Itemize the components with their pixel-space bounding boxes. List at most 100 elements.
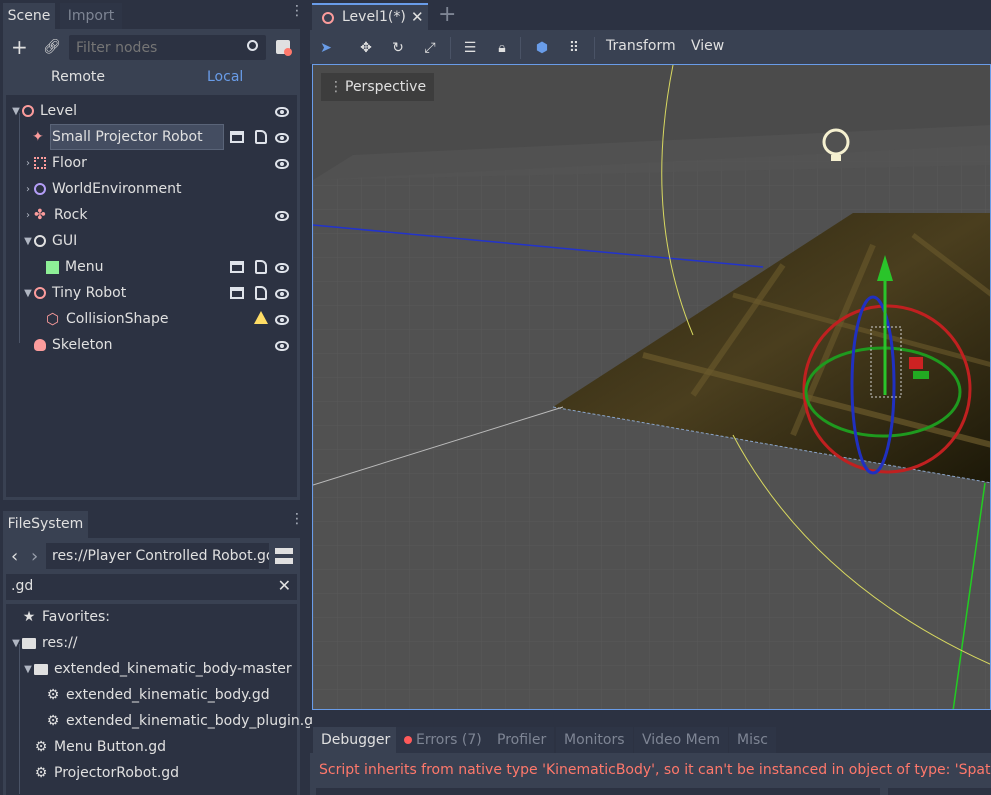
- tab-debugger[interactable]: Debugger: [313, 727, 399, 753]
- instance-clapper-icon[interactable]: [230, 287, 244, 299]
- globe-icon: [34, 183, 46, 195]
- back-arrow-icon[interactable]: ‹: [11, 546, 18, 567]
- filter-nodes-input[interactable]: [69, 35, 266, 60]
- snap-icon[interactable]: ⠿: [564, 38, 584, 58]
- file-item-folder[interactable]: ▼ extended_kinematic_body-master: [22, 656, 292, 682]
- tab-import[interactable]: Import: [60, 3, 122, 29]
- chevron-down-icon[interactable]: ▼: [22, 288, 34, 299]
- tree-node-label: Level: [40, 103, 77, 119]
- view-menu[interactable]: View: [691, 38, 724, 54]
- visibility-eye-icon[interactable]: [275, 211, 289, 221]
- tab-errors[interactable]: Errors (7): [396, 727, 490, 753]
- close-icon[interactable]: ✕: [411, 8, 424, 26]
- chevron-right-icon[interactable]: ›: [22, 210, 34, 221]
- search-icon: [247, 40, 258, 51]
- chevron-down-icon[interactable]: ▼: [22, 664, 34, 675]
- favorites-label: Favorites:: [42, 609, 110, 625]
- tab-profiler[interactable]: Profiler: [489, 727, 555, 753]
- tab-video-mem[interactable]: Video Mem: [634, 727, 729, 753]
- warning-icon[interactable]: [254, 311, 268, 324]
- visibility-eye-icon[interactable]: [275, 341, 289, 351]
- add-scene-tab-icon[interactable]: +: [438, 2, 456, 27]
- add-node-icon[interactable]: +: [11, 37, 28, 57]
- chevron-down-icon[interactable]: ▼: [22, 236, 34, 247]
- file-item-script[interactable]: ⚙ ProjectorRobot.gd: [34, 760, 179, 786]
- collision-shape-icon: ⬡: [46, 310, 60, 328]
- visibility-eye-icon[interactable]: [275, 159, 289, 169]
- kinematic-body-icon: ✦: [32, 129, 44, 145]
- favorites-row[interactable]: ★ Favorites:: [22, 604, 110, 630]
- split-view-icon[interactable]: [275, 548, 293, 564]
- tree-node-floor[interactable]: › Floor: [22, 150, 87, 176]
- static-body-icon: [34, 157, 46, 169]
- tree-node-level[interactable]: ▼ Level: [10, 98, 77, 124]
- tab-misc[interactable]: Misc: [729, 727, 776, 753]
- file-item-script[interactable]: ⚙ extended_kinematic_body.gd: [46, 682, 270, 708]
- tab-filesystem[interactable]: FileSystem: [3, 511, 88, 538]
- instance-clapper-icon[interactable]: [230, 261, 244, 273]
- forward-arrow-icon[interactable]: ›: [31, 546, 38, 567]
- file-label: Menu Button.gd: [54, 739, 167, 755]
- tree-node-rock[interactable]: › ✤ Rock: [22, 202, 87, 228]
- rotate-tool-icon[interactable]: ↻: [388, 38, 408, 58]
- tree-node-small-projector-robot[interactable]: ✦ Small Projector Robot: [32, 124, 203, 150]
- file-tree: ★ Favorites: ▼ res:// ▼ extended_kinemat…: [6, 604, 313, 795]
- tree-node-tiny-robot[interactable]: ▼ Tiny Robot: [22, 280, 126, 306]
- script-icon[interactable]: [255, 260, 267, 274]
- visibility-eye-icon[interactable]: [275, 107, 289, 117]
- instance-clapper-icon[interactable]: [230, 131, 244, 143]
- tree-node-collision-shape[interactable]: ⬡ CollisionShape: [46, 306, 168, 332]
- select-tool-icon[interactable]: ➤: [316, 38, 336, 58]
- move-tool-icon[interactable]: ✥: [356, 38, 376, 58]
- visibility-eye-icon[interactable]: [275, 289, 289, 299]
- tree-node-skeleton[interactable]: Skeleton: [34, 332, 113, 358]
- file-item-script[interactable]: ⚙ Menu Button.gd: [34, 734, 166, 760]
- tree-guide: [19, 113, 20, 343]
- filesystem-panel: ‹ › res://Player Controlled Robot.gd .gd…: [3, 538, 313, 795]
- chevron-right-icon[interactable]: ›: [22, 158, 34, 169]
- viewport-3d[interactable]: ⋮ Perspective: [312, 64, 991, 710]
- chevron-down-icon[interactable]: ▼: [10, 106, 22, 117]
- lock-icon[interactable]: 🔒︎: [492, 38, 512, 58]
- dock-menu-icon[interactable]: ⋮: [290, 4, 304, 24]
- scale-tool-icon[interactable]: ⤢: [420, 38, 440, 58]
- chevron-right-icon[interactable]: ›: [22, 184, 34, 195]
- filter-nodes-field[interactable]: [76, 39, 236, 57]
- path-field[interactable]: res://Player Controlled Robot.gd: [46, 543, 269, 569]
- clear-icon[interactable]: ✕: [278, 576, 291, 595]
- script-icon[interactable]: [255, 130, 267, 144]
- tree-node-label: Menu: [65, 259, 104, 275]
- tab-scene[interactable]: Scene: [3, 3, 55, 29]
- visibility-eye-icon[interactable]: [275, 263, 289, 273]
- tree-node-label: Tiny Robot: [52, 285, 127, 301]
- perspective-label: Perspective: [345, 79, 427, 95]
- list-select-icon[interactable]: ☰: [460, 38, 480, 58]
- chevron-down-icon[interactable]: ▼: [10, 638, 22, 649]
- search-file-input[interactable]: .gd ✕: [6, 574, 297, 600]
- tree-node-label: CollisionShape: [66, 311, 169, 327]
- link-icon[interactable]: 🔗︎: [43, 39, 61, 55]
- transform-menu[interactable]: Transform: [606, 38, 676, 54]
- tree-node-label: Small Projector Robot: [52, 129, 203, 145]
- scene-tab-level1[interactable]: Level1(*) ✕: [312, 3, 428, 30]
- perspective-menu[interactable]: ⋮ Perspective: [321, 73, 435, 101]
- tree-node-world-environment[interactable]: › WorldEnvironment: [22, 176, 182, 202]
- spatial-node-icon: [22, 105, 34, 117]
- gear-icon: ⚙: [34, 765, 48, 781]
- visibility-eye-icon[interactable]: [275, 133, 289, 143]
- file-item-script[interactable]: ⚙ extended_kinematic_body_plugin.g: [46, 708, 313, 734]
- spatial-node-icon: [34, 287, 46, 299]
- visibility-eye-icon[interactable]: [275, 315, 289, 325]
- script-filter-icon[interactable]: [276, 40, 292, 56]
- file-label: extended_kinematic_body-master: [54, 661, 292, 677]
- tab-monitors[interactable]: Monitors: [556, 727, 633, 753]
- script-icon[interactable]: [255, 286, 267, 300]
- remote-button[interactable]: Remote: [51, 69, 105, 85]
- tree-node-gui[interactable]: ▼ GUI: [22, 228, 77, 254]
- dock-menu-icon[interactable]: ⋮: [290, 512, 304, 526]
- file-item-res[interactable]: ▼ res://: [10, 630, 77, 656]
- scene-panel: + 🔗︎ Remote Local ▼ Level ✦ Small Proj: [3, 29, 300, 500]
- local-button[interactable]: Local: [207, 69, 243, 85]
- local-space-icon[interactable]: ⬢: [532, 38, 552, 58]
- tree-node-menu[interactable]: Menu: [46, 254, 103, 280]
